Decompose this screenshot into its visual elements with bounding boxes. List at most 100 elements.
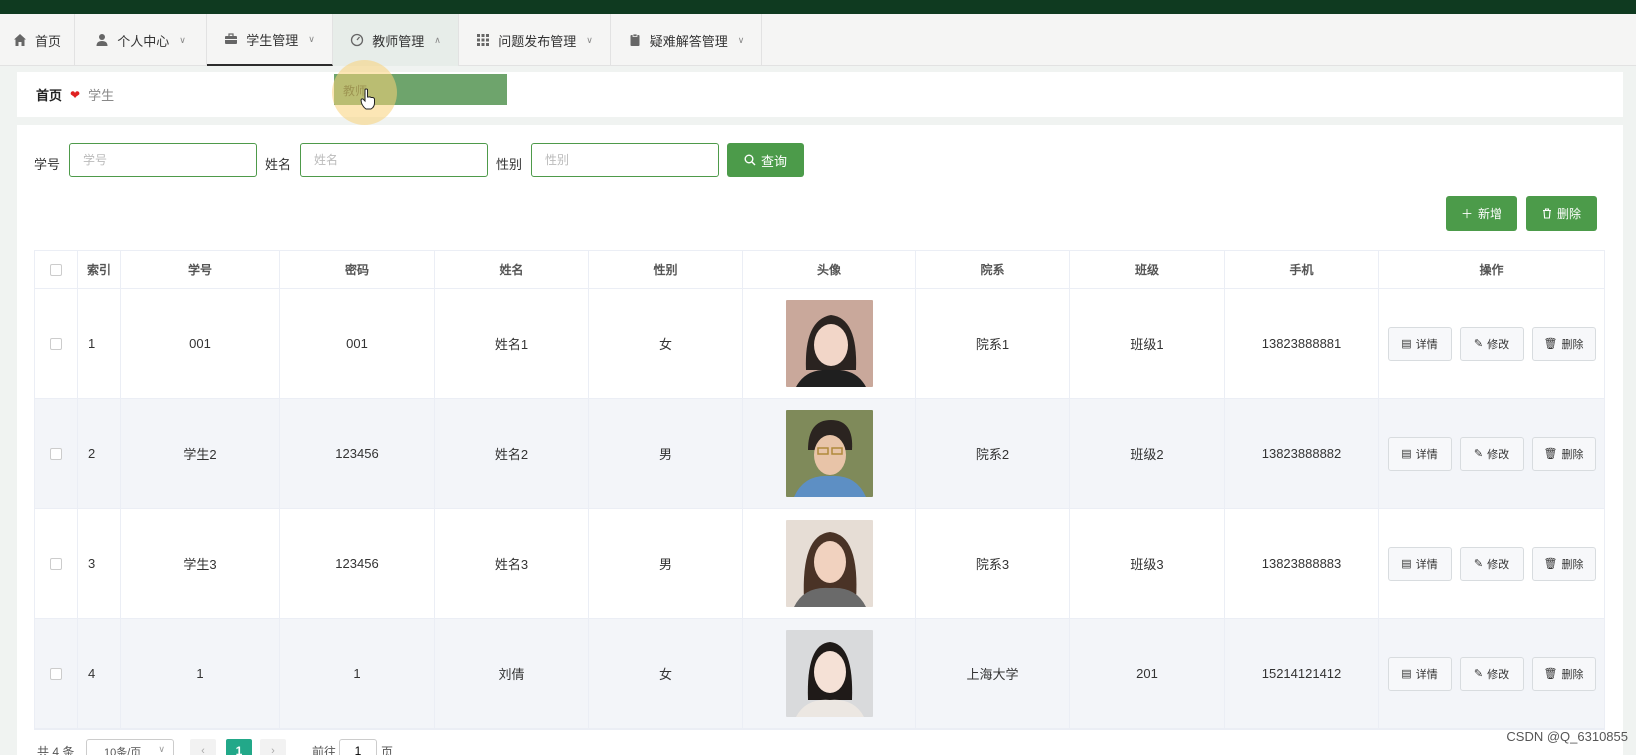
row-checkbox[interactable] (50, 557, 62, 570)
nav-personal-center[interactable]: 个人中心 ∨ (75, 14, 207, 66)
page-size-select[interactable]: 10条/页 ∨ (86, 739, 174, 755)
student-no-input[interactable] (69, 143, 257, 177)
cell-index: 3 (78, 509, 121, 618)
cell-avatar (743, 619, 916, 728)
cell-student-no: 学生2 (121, 399, 280, 508)
name-input[interactable] (300, 143, 488, 177)
goto-page-input[interactable] (339, 739, 377, 755)
nav-student-management[interactable]: 学生管理 ∨ (207, 14, 333, 66)
cell-student-no: 1 (121, 619, 280, 728)
cell-gender: 男 (589, 399, 743, 508)
nav-teacher-management-label: 教师管理 (372, 33, 425, 49)
grid-icon (477, 34, 490, 46)
next-page-button[interactable]: › (260, 739, 286, 755)
home-icon (13, 34, 26, 46)
nav-qa-management[interactable]: 疑难解答管理 ∨ (611, 14, 762, 66)
row-checkbox[interactable] (50, 667, 62, 680)
breadcrumb: 首页 ❤ 学生 (17, 72, 1623, 117)
cell-student-no: 学生3 (121, 509, 280, 618)
delete-button[interactable]: 🗑 删除 (1531, 436, 1596, 471)
header-class: 班级 (1070, 251, 1225, 288)
cell-avatar (743, 289, 916, 398)
chevron-down-icon: ∨ (586, 34, 593, 45)
trash-icon: 🗑 (1543, 668, 1558, 680)
row-select-cell (35, 509, 78, 618)
detail-button[interactable]: ▤ 详情 (1387, 656, 1452, 691)
cell-password: 123456 (280, 509, 435, 618)
cell-index: 2 (78, 399, 121, 508)
gender-input[interactable] (531, 143, 719, 177)
edit-button[interactable]: ✎ 修改 (1459, 326, 1524, 361)
gauge-icon (351, 33, 364, 47)
header-gender: 性别 (589, 251, 743, 288)
nav-personal-center-label: 个人中心 (117, 33, 170, 49)
hand-cursor-icon (360, 88, 375, 110)
header-phone: 手机 (1225, 251, 1379, 288)
breadcrumb-home[interactable]: 首页 (36, 85, 62, 104)
search-button[interactable]: 查询 (727, 143, 804, 177)
nav-qa-management-label: 疑难解答管理 (649, 33, 728, 49)
top-bar (0, 0, 1636, 14)
user-icon (96, 34, 108, 46)
delete-button[interactable]: 🗑 删除 (1531, 546, 1596, 581)
detail-button-label: 详情 (1415, 668, 1438, 681)
edit-button[interactable]: ✎ 修改 (1459, 546, 1524, 581)
delete-button-label: 删除 (1561, 668, 1584, 681)
bulk-delete-button[interactable]: 删除 (1526, 196, 1597, 231)
avatar (785, 630, 873, 717)
chevron-down-icon: ∨ (308, 33, 315, 44)
pencil-icon: ✎ (1473, 668, 1484, 680)
header-password: 密码 (280, 251, 435, 288)
row-checkbox[interactable] (50, 337, 62, 350)
chevron-down-icon: ∨ (158, 744, 165, 754)
cell-actions: ▤ 详情 ✎ 修改 🗑 删除 (1379, 509, 1604, 618)
edit-button-label: 修改 (1487, 668, 1510, 681)
cell-actions: ▤ 详情 ✎ 修改 🗑 删除 (1379, 619, 1604, 728)
add-button[interactable]: ＋ 新增 (1446, 196, 1517, 231)
row-checkbox[interactable] (50, 447, 62, 460)
detail-button[interactable]: ▤ 详情 (1387, 546, 1452, 581)
prev-page-button[interactable]: ‹ (190, 739, 216, 755)
cell-gender: 女 (589, 289, 743, 398)
detail-button-label: 详情 (1415, 338, 1438, 351)
edit-button[interactable]: ✎ 修改 (1459, 656, 1524, 691)
search-button-label: 查询 (760, 153, 787, 169)
cell-gender: 男 (589, 509, 743, 618)
delete-button[interactable]: 🗑 删除 (1531, 656, 1596, 691)
cell-name: 姓名1 (435, 289, 589, 398)
cell-department: 院系3 (916, 509, 1070, 618)
page-number-current[interactable]: 1 (226, 739, 252, 755)
header-select-all (35, 251, 78, 288)
header-index: 索引 (78, 251, 121, 288)
nav-teacher-management[interactable]: 教师管理 ∧ (333, 14, 459, 66)
student-table: 索引 学号 密码 姓名 性别 头像 院系 班级 手机 操作 1 001 001 … (34, 250, 1605, 730)
trash-icon: 🗑 (1543, 448, 1558, 460)
trash-icon (1542, 208, 1551, 219)
trash-icon: 🗑 (1543, 558, 1558, 570)
clipboard-icon (630, 33, 640, 46)
nav-question-publish-management[interactable]: 问题发布管理 ∨ (459, 14, 611, 66)
nav-home[interactable]: 首页 (0, 14, 75, 66)
cell-department: 上海大学 (916, 619, 1070, 728)
heart-icon: ❤ (70, 87, 81, 102)
row-select-cell (35, 619, 78, 728)
chevron-down-icon: ∨ (737, 34, 745, 45)
edit-button-label: 修改 (1487, 448, 1510, 461)
edit-button-label: 修改 (1487, 338, 1510, 351)
delete-button-label: 删除 (1561, 448, 1584, 461)
goto-prefix: 前往 (312, 745, 337, 755)
edit-button[interactable]: ✎ 修改 (1459, 436, 1524, 471)
table-row: 1 001 001 姓名1 女 院系1 班级1 13823888881 ▤ 详情 … (35, 289, 1604, 399)
delete-button[interactable]: 🗑 删除 (1531, 326, 1596, 361)
detail-button[interactable]: ▤ 详情 (1387, 436, 1452, 471)
table-header: 索引 学号 密码 姓名 性别 头像 院系 班级 手机 操作 (35, 251, 1604, 289)
select-all-checkbox[interactable] (50, 263, 62, 276)
cell-password: 123456 (280, 399, 435, 508)
goto-suffix: 页 (381, 745, 394, 755)
cell-password: 001 (280, 289, 435, 398)
cell-class: 班级1 (1070, 289, 1225, 398)
detail-button[interactable]: ▤ 详情 (1387, 326, 1452, 361)
cell-department: 院系2 (916, 399, 1070, 508)
detail-button-label: 详情 (1415, 558, 1438, 571)
page-size-value: 10条/页 (104, 747, 142, 755)
